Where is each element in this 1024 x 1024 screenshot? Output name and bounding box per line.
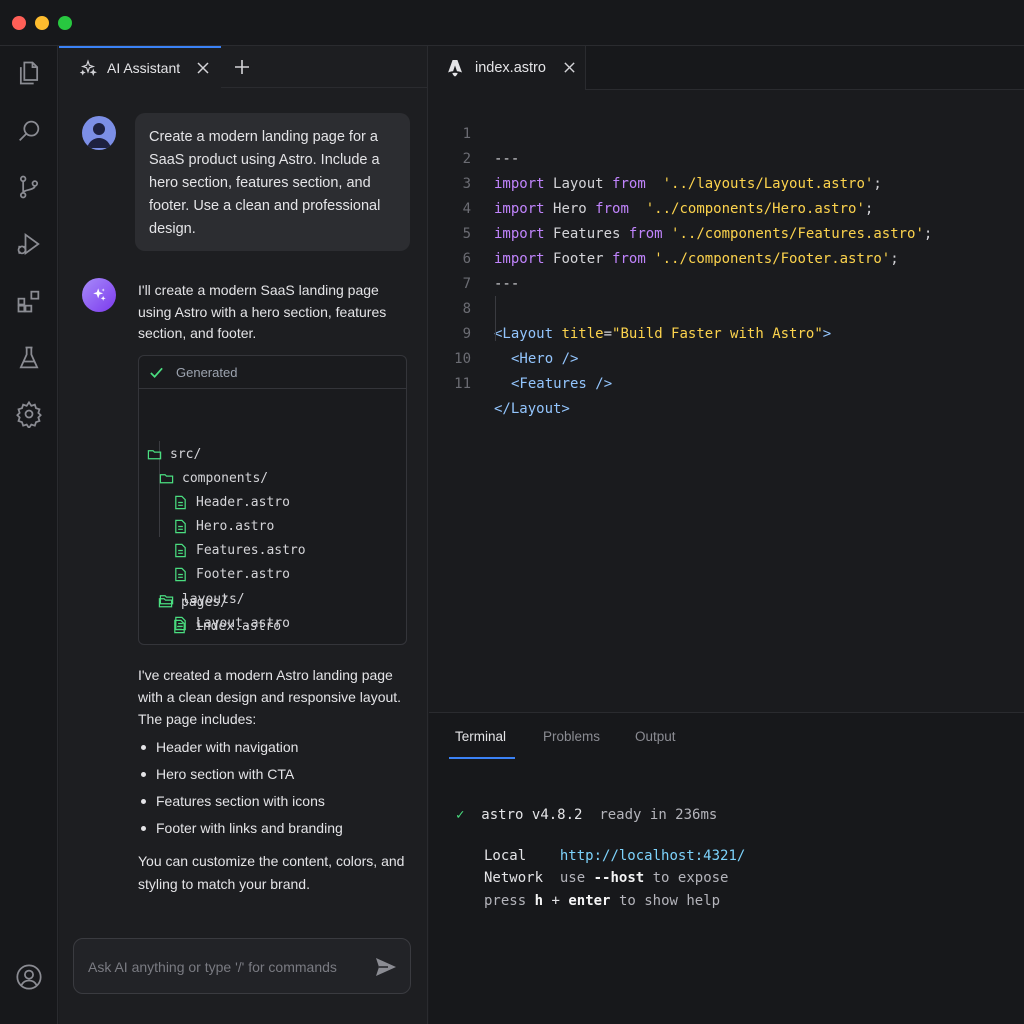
tree-folder-src[interactable]: src/ [147,443,201,465]
maximize-window-button[interactable] [58,16,72,30]
tree-folder-components[interactable]: components/ [159,467,268,489]
run-debug-icon[interactable] [14,229,44,259]
ai-outro-message: You can customize the content, colors, a… [138,853,405,892]
sparkle-icon [79,59,97,77]
folder-icon [158,597,173,607]
minimize-window-button[interactable] [35,16,49,30]
code-line[interactable]: 3 import Hero from '../components/Hero.a… [429,147,1024,217]
code-line[interactable]: 6 --- [429,222,1024,292]
code-line[interactable]: 4 import Features from '../components/Fe… [429,172,1024,242]
terminal-local-line: Local http://localhost:4321/ [484,848,746,864]
terminal-help-line: press h + enter to show help [484,893,721,909]
file-icon [175,543,186,557]
close-icon[interactable] [196,61,210,75]
check-icon [150,367,163,378]
code-line[interactable]: 7 [429,247,1024,292]
list-item: Footer with links and branding [138,815,418,842]
tab-label: index.astro [475,60,546,76]
check-icon: ✓ [456,807,465,823]
tab-terminal[interactable]: Terminal [449,729,515,759]
code-line[interactable]: 2 import Layout from '../layouts/Layout.… [429,122,1024,192]
code-line[interactable]: 1 --- [429,97,1024,167]
activity-bar [0,46,58,1024]
generated-header: Generated [139,356,406,389]
tab-problems[interactable]: Problems [543,729,600,759]
local-url-link[interactable]: http://localhost:4321/ [560,848,745,864]
editor-tab-bar: index.astro [429,46,1024,90]
tab-output[interactable]: Output [635,729,676,759]
user-message: Create a modern landing page for a SaaS … [135,113,410,251]
tab-ai-assistant[interactable]: AI Assistant [59,46,221,88]
ai-avatar [82,278,116,312]
tree-file-header[interactable]: Header.astro [173,491,290,513]
close-icon[interactable] [563,61,576,74]
file-icon [175,495,186,509]
chat-input[interactable] [88,956,358,978]
astro-icon [448,60,462,77]
window-titlebar [0,0,1024,46]
account-icon[interactable] [14,962,44,992]
ai-intro-message: I'll create a modern SaaS landing page u… [138,282,387,341]
chat-input-box [73,938,411,994]
settings-icon[interactable] [14,399,44,429]
testing-icon[interactable] [14,343,44,373]
list-item: Hero section with CTA [138,761,418,788]
file-icon [175,519,186,533]
bottom-panel: Terminal Problems Output ✓ astro v4.8.2 … [429,712,1024,1024]
terminal-ready-line: ✓ astro v4.8.2 ready in 236ms [456,807,718,823]
source-control-icon[interactable] [14,172,44,202]
search-icon[interactable] [14,116,44,146]
close-window-button[interactable] [12,16,26,30]
tree-file-footer[interactable]: Footer.astro [173,563,290,585]
tree-folder-pages[interactable]: pages/ [158,591,228,613]
code-line[interactable]: 8 <Layout title="Build Faster with Astro… [429,272,1024,342]
file-icon [175,567,186,581]
code-line[interactable]: 11 </Layout> [429,347,1024,417]
ai-chat-panel: AI Assistant Create a modern landing pag… [59,46,428,1024]
user-avatar [82,116,116,150]
folder-icon [159,473,174,483]
tree-file-features[interactable]: Features.astro [173,539,306,561]
tab-label: AI Assistant [107,60,181,76]
list-item: Header with navigation [138,734,418,761]
ai-summary-message: I've created a modern Astro landing page… [138,667,402,727]
tab-index-astro[interactable]: index.astro [429,46,586,90]
chat-tab-bar: AI Assistant [59,46,428,88]
files-icon[interactable] [14,58,44,88]
tree-file-hero[interactable]: Hero.astro [173,515,274,537]
extensions-icon[interactable] [14,286,44,316]
code-line[interactable]: 10 <Features /> [429,322,1024,392]
file-icon [174,619,185,633]
terminal-network-line: Network use --host to expose [484,870,729,886]
feature-list: Header with navigation Hero section with… [138,734,418,842]
folder-icon [147,449,162,459]
code-editor: index.astro 1 --- 2 import Layout from '… [429,46,1024,712]
tree-file-index[interactable]: index.astro [172,615,281,637]
list-item: Features section with icons [138,788,418,815]
code-line[interactable]: 9 <Hero /> [429,297,1024,367]
plus-icon[interactable] [233,58,251,76]
code-line[interactable]: 5 import Footer from '../components/Foot… [429,197,1024,267]
generated-label: Generated [176,365,238,380]
send-icon[interactable] [374,955,398,979]
